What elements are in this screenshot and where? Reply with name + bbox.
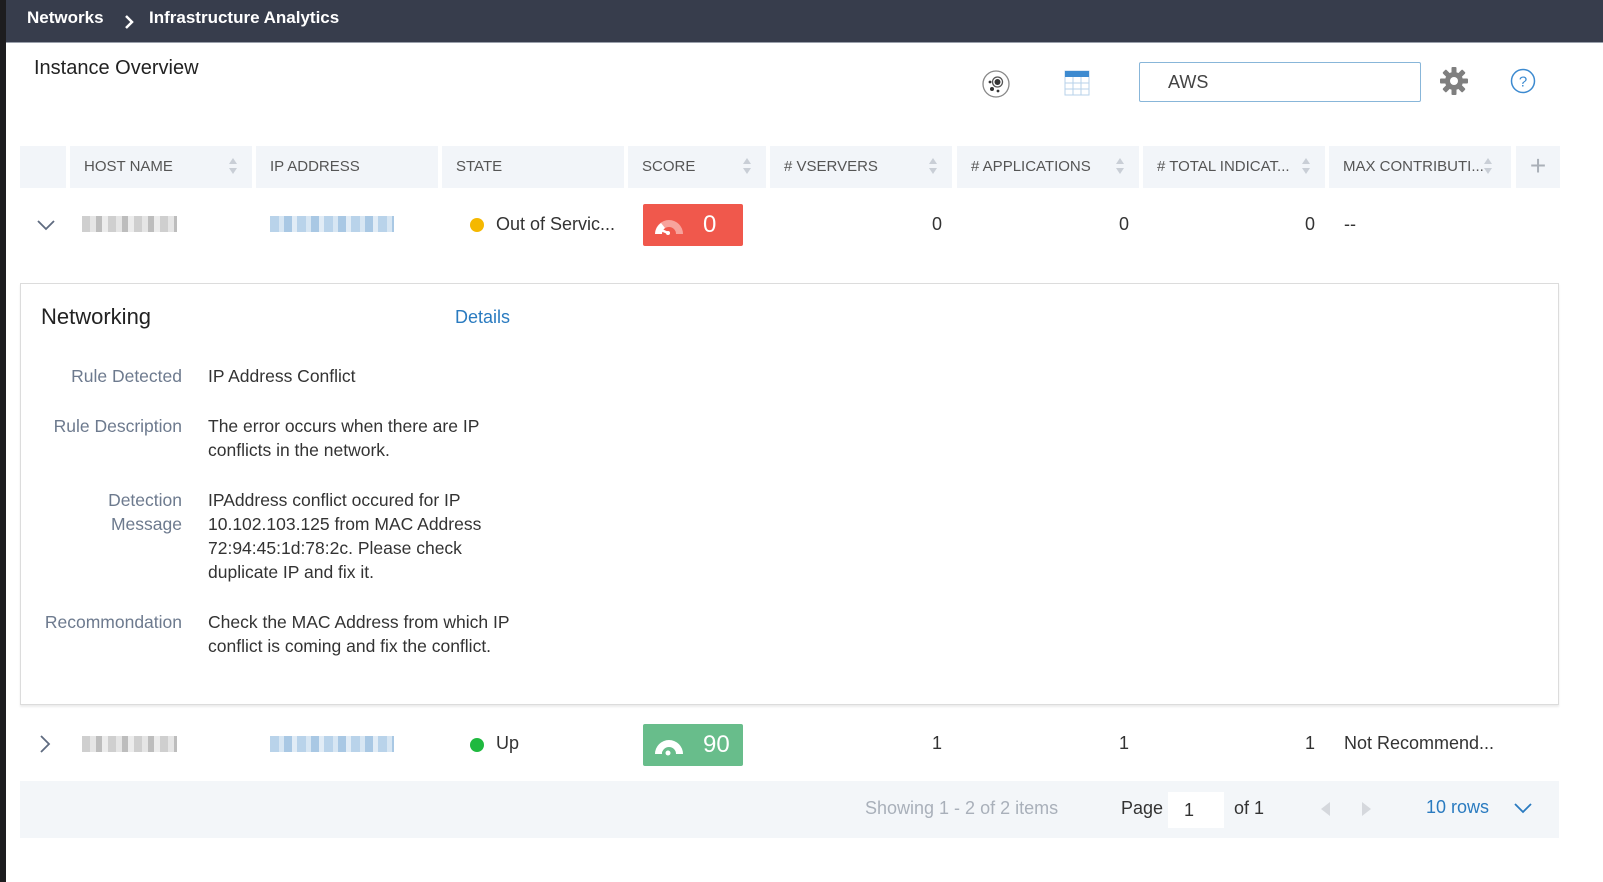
host-name-redacted (82, 216, 177, 232)
help-icon[interactable]: ? (1509, 67, 1537, 100)
state-dot (470, 738, 484, 752)
chevron-down-icon[interactable] (1513, 801, 1533, 820)
field-label-rule-description: Rule Description (53, 416, 182, 436)
details-link[interactable]: Details (455, 307, 510, 328)
score-value: 90 (703, 731, 730, 758)
column-header-vservers[interactable]: # VSERVERS (770, 146, 952, 188)
detail-title: Networking (41, 304, 152, 329)
vservers-count: 0 (932, 214, 943, 234)
sort-icon[interactable] (1484, 158, 1493, 176)
column-label: # TOTAL INDICAT... (1157, 158, 1290, 175)
page-title: Instance Overview (34, 57, 199, 79)
breadcrumb-infrastructure-analytics[interactable]: Infrastructure Analytics (149, 8, 339, 28)
field-label-rule-detected: Rule Detected (71, 366, 182, 386)
host-name-redacted (82, 736, 177, 752)
ip-address-link-redacted[interactable] (270, 736, 394, 752)
breadcrumb-networks[interactable]: Networks (27, 8, 104, 28)
collapse-row-chevron-icon[interactable] (36, 217, 56, 238)
sort-icon[interactable] (1302, 158, 1311, 176)
column-header-total-indicators[interactable]: # TOTAL INDICAT... (1143, 146, 1325, 188)
field-value-recommendation: Check the MAC Address from which IP conf… (208, 612, 510, 656)
score-badge[interactable]: 0 (643, 204, 743, 246)
column-label: HOST NAME (84, 158, 173, 175)
page-label: Page (1121, 798, 1164, 818)
header-expand-column (20, 146, 66, 188)
total-indicators-count: 0 (1305, 214, 1316, 234)
score-value: 0 (703, 211, 717, 238)
vservers-count: 1 (932, 733, 943, 753)
applications-count: 1 (1119, 733, 1130, 753)
max-contributor: -- (1344, 214, 1356, 234)
search-input[interactable] (1140, 63, 1420, 101)
add-column-button[interactable]: + (1516, 146, 1560, 188)
field-value-rule-detected: IP Address Conflict (208, 366, 356, 386)
column-label: # APPLICATIONS (971, 158, 1091, 175)
previous-page-icon[interactable] (1318, 800, 1332, 823)
total-indicators-count: 1 (1305, 733, 1316, 753)
state-text: Out of Servic... (496, 214, 616, 234)
field-label-detection-message: Detection Message (108, 490, 182, 534)
breadcrumb-chevron-icon (124, 6, 136, 41)
next-page-icon[interactable] (1360, 800, 1374, 823)
page-total-label: of 1 (1234, 798, 1265, 818)
bubble-view-icon[interactable] (981, 69, 1011, 104)
state-text: Up (496, 733, 520, 753)
field-value-detection-message: IPAddress conflict occured for IP 10.102… (208, 490, 482, 582)
table-view-icon[interactable] (1064, 70, 1090, 101)
gauge-icon (655, 740, 683, 756)
column-label: IP ADDRESS (270, 158, 360, 175)
score-badge[interactable]: 90 (643, 724, 743, 766)
sort-icon[interactable] (929, 158, 938, 176)
column-header-score[interactable]: SCORE (628, 146, 766, 188)
window-edge (0, 0, 6, 882)
max-contributor: Not Recommend... (1344, 733, 1495, 753)
top-nav-bar: Networks Infrastructure Analytics (6, 0, 1603, 43)
expand-row-chevron-icon[interactable] (38, 734, 52, 759)
ip-address-link-redacted[interactable] (270, 216, 394, 232)
gear-icon[interactable] (1439, 66, 1469, 101)
column-label: SCORE (642, 158, 696, 175)
field-value-rule-description: The error occurs when there are IP confl… (208, 416, 480, 460)
column-header-applications[interactable]: # APPLICATIONS (957, 146, 1139, 188)
column-label: STATE (456, 158, 503, 175)
sort-icon[interactable] (229, 158, 238, 176)
column-header-host-name[interactable]: HOST NAME (70, 146, 252, 188)
svg-text:?: ? (1519, 74, 1527, 91)
field-label-recommendation: Recommondation (44, 612, 182, 632)
applications-count: 0 (1119, 214, 1130, 234)
sort-icon[interactable] (1116, 158, 1125, 176)
search-box[interactable] (1139, 62, 1421, 102)
column-header-state[interactable]: STATE (442, 146, 624, 188)
sort-icon[interactable] (743, 158, 752, 176)
column-label: MAX CONTRIBUTI... (1343, 158, 1484, 175)
rows-per-page-select[interactable]: 10 rows (1426, 797, 1489, 818)
column-header-max-contributor[interactable]: MAX CONTRIBUTI... (1329, 146, 1511, 188)
gauge-icon (655, 220, 683, 235)
state-dot (470, 218, 484, 232)
page-number-input[interactable] (1168, 792, 1224, 828)
showing-items-text: Showing 1 - 2 of 2 items (865, 798, 1059, 818)
column-label: # VSERVERS (784, 158, 878, 175)
column-header-ip-address[interactable]: IP ADDRESS (256, 146, 438, 188)
